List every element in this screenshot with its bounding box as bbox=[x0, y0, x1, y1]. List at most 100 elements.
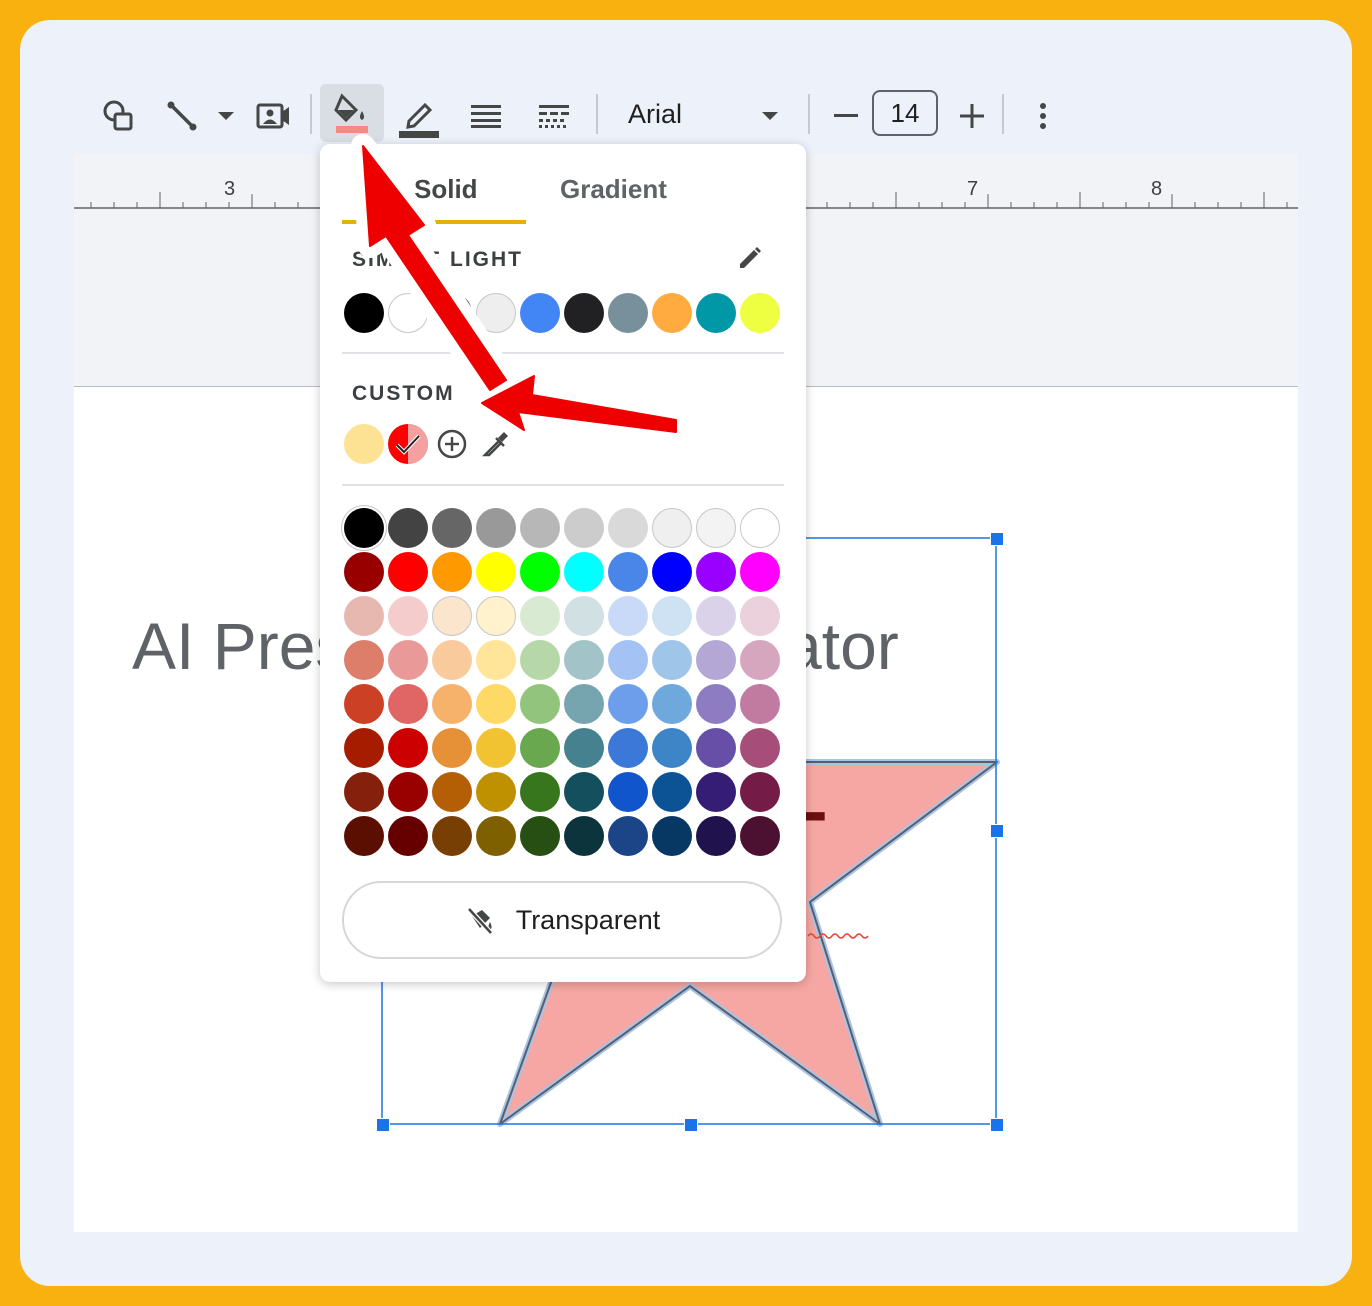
palette-color-swatch[interactable] bbox=[696, 728, 736, 768]
palette-color-swatch[interactable] bbox=[388, 728, 428, 768]
theme-color-swatch[interactable] bbox=[476, 293, 516, 333]
theme-color-swatch[interactable] bbox=[388, 293, 428, 333]
palette-color-swatch[interactable] bbox=[476, 508, 516, 548]
palette-color-swatch[interactable] bbox=[476, 640, 516, 680]
palette-color-swatch[interactable] bbox=[652, 684, 692, 724]
palette-color-swatch[interactable] bbox=[696, 640, 736, 680]
video-icon[interactable] bbox=[252, 96, 294, 136]
palette-color-swatch[interactable] bbox=[740, 816, 780, 856]
palette-color-swatch[interactable] bbox=[696, 596, 736, 636]
palette-color-swatch[interactable] bbox=[652, 552, 692, 592]
palette-color-swatch[interactable] bbox=[696, 508, 736, 548]
eyedropper-icon[interactable] bbox=[478, 426, 514, 462]
palette-color-swatch[interactable] bbox=[564, 772, 604, 812]
fill-color-button[interactable] bbox=[320, 84, 384, 142]
palette-color-swatch[interactable] bbox=[388, 508, 428, 548]
tab-solid[interactable]: Solid bbox=[414, 174, 478, 205]
theme-color-swatch[interactable] bbox=[696, 293, 736, 333]
palette-color-swatch[interactable] bbox=[564, 552, 604, 592]
palette-color-swatch[interactable] bbox=[740, 728, 780, 768]
increase-font-size-plus-icon[interactable] bbox=[954, 96, 990, 136]
palette-color-swatch[interactable] bbox=[696, 684, 736, 724]
resize-handle[interactable] bbox=[990, 1118, 1004, 1132]
resize-handle[interactable] bbox=[684, 1118, 698, 1132]
palette-color-swatch[interactable] bbox=[344, 816, 384, 856]
palette-color-swatch[interactable] bbox=[344, 552, 384, 592]
palette-color-swatch[interactable] bbox=[652, 772, 692, 812]
palette-color-swatch[interactable] bbox=[740, 596, 780, 636]
palette-color-swatch[interactable] bbox=[740, 684, 780, 724]
theme-color-swatch[interactable] bbox=[432, 293, 472, 333]
palette-color-swatch[interactable] bbox=[432, 728, 472, 768]
palette-color-swatch[interactable] bbox=[388, 596, 428, 636]
palette-color-swatch[interactable] bbox=[608, 508, 648, 548]
palette-color-swatch[interactable] bbox=[564, 816, 604, 856]
palette-color-swatch[interactable] bbox=[696, 772, 736, 812]
palette-color-swatch[interactable] bbox=[564, 640, 604, 680]
palette-color-swatch[interactable] bbox=[388, 552, 428, 592]
palette-color-swatch[interactable] bbox=[740, 772, 780, 812]
palette-color-swatch[interactable] bbox=[608, 772, 648, 812]
palette-color-swatch[interactable] bbox=[476, 772, 516, 812]
palette-color-swatch[interactable] bbox=[344, 596, 384, 636]
palette-color-swatch[interactable] bbox=[432, 508, 472, 548]
palette-color-swatch[interactable] bbox=[520, 640, 560, 680]
resize-handle[interactable] bbox=[990, 532, 1004, 546]
palette-color-swatch[interactable] bbox=[432, 552, 472, 592]
palette-color-swatch[interactable] bbox=[432, 772, 472, 812]
palette-color-swatch[interactable] bbox=[432, 816, 472, 856]
palette-color-swatch[interactable] bbox=[564, 508, 604, 548]
edit-theme-pencil-icon[interactable] bbox=[734, 242, 766, 274]
palette-color-swatch[interactable] bbox=[696, 816, 736, 856]
palette-color-swatch[interactable] bbox=[520, 508, 560, 548]
palette-color-swatch[interactable] bbox=[608, 684, 648, 724]
palette-color-swatch[interactable] bbox=[564, 684, 604, 724]
resize-handle[interactable] bbox=[376, 1118, 390, 1132]
palette-color-swatch[interactable] bbox=[740, 640, 780, 680]
line-icon[interactable] bbox=[162, 96, 202, 136]
theme-color-swatch[interactable] bbox=[608, 293, 648, 333]
palette-color-swatch[interactable] bbox=[608, 816, 648, 856]
palette-color-swatch[interactable] bbox=[520, 552, 560, 592]
theme-color-swatch[interactable] bbox=[740, 293, 780, 333]
font-family-select[interactable]: Arial bbox=[628, 94, 682, 134]
palette-color-swatch[interactable] bbox=[388, 772, 428, 812]
palette-color-swatch[interactable] bbox=[476, 596, 516, 636]
palette-color-swatch[interactable] bbox=[344, 728, 384, 768]
palette-color-swatch[interactable] bbox=[740, 508, 780, 548]
theme-color-swatch[interactable] bbox=[344, 293, 384, 333]
palette-color-swatch[interactable] bbox=[564, 728, 604, 768]
font-size-input[interactable]: 14 bbox=[872, 90, 938, 136]
resize-handle[interactable] bbox=[990, 824, 1004, 838]
palette-color-swatch[interactable] bbox=[432, 640, 472, 680]
decrease-font-size-minus-icon[interactable] bbox=[828, 96, 864, 136]
custom-color-swatch-selected[interactable] bbox=[388, 424, 428, 464]
palette-color-swatch[interactable] bbox=[652, 596, 692, 636]
palette-color-swatch[interactable] bbox=[520, 596, 560, 636]
add-custom-color-icon[interactable] bbox=[434, 426, 470, 462]
more-options-icon[interactable] bbox=[1026, 96, 1060, 136]
palette-color-swatch[interactable] bbox=[520, 772, 560, 812]
palette-color-swatch[interactable] bbox=[520, 684, 560, 724]
palette-color-swatch[interactable] bbox=[564, 596, 604, 636]
palette-color-swatch[interactable] bbox=[652, 816, 692, 856]
palette-color-swatch[interactable] bbox=[476, 684, 516, 724]
shape-icon[interactable] bbox=[98, 96, 138, 136]
palette-color-swatch[interactable] bbox=[476, 816, 516, 856]
palette-color-swatch[interactable] bbox=[652, 508, 692, 548]
line-dropdown-chevron-icon[interactable] bbox=[214, 104, 238, 128]
palette-color-swatch[interactable] bbox=[696, 552, 736, 592]
palette-color-swatch[interactable] bbox=[608, 640, 648, 680]
palette-color-swatch[interactable] bbox=[344, 772, 384, 812]
palette-color-swatch[interactable] bbox=[432, 684, 472, 724]
palette-color-swatch[interactable] bbox=[740, 552, 780, 592]
transparent-button[interactable]: Transparent bbox=[342, 881, 782, 959]
palette-color-swatch[interactable] bbox=[652, 640, 692, 680]
tab-gradient[interactable]: Gradient bbox=[560, 174, 667, 205]
palette-color-swatch[interactable] bbox=[608, 728, 648, 768]
palette-color-swatch[interactable] bbox=[344, 508, 384, 548]
palette-color-swatch[interactable] bbox=[344, 640, 384, 680]
palette-color-swatch[interactable] bbox=[608, 552, 648, 592]
border-weight-icon[interactable] bbox=[466, 98, 506, 134]
border-color-pencil-icon[interactable] bbox=[396, 94, 442, 140]
